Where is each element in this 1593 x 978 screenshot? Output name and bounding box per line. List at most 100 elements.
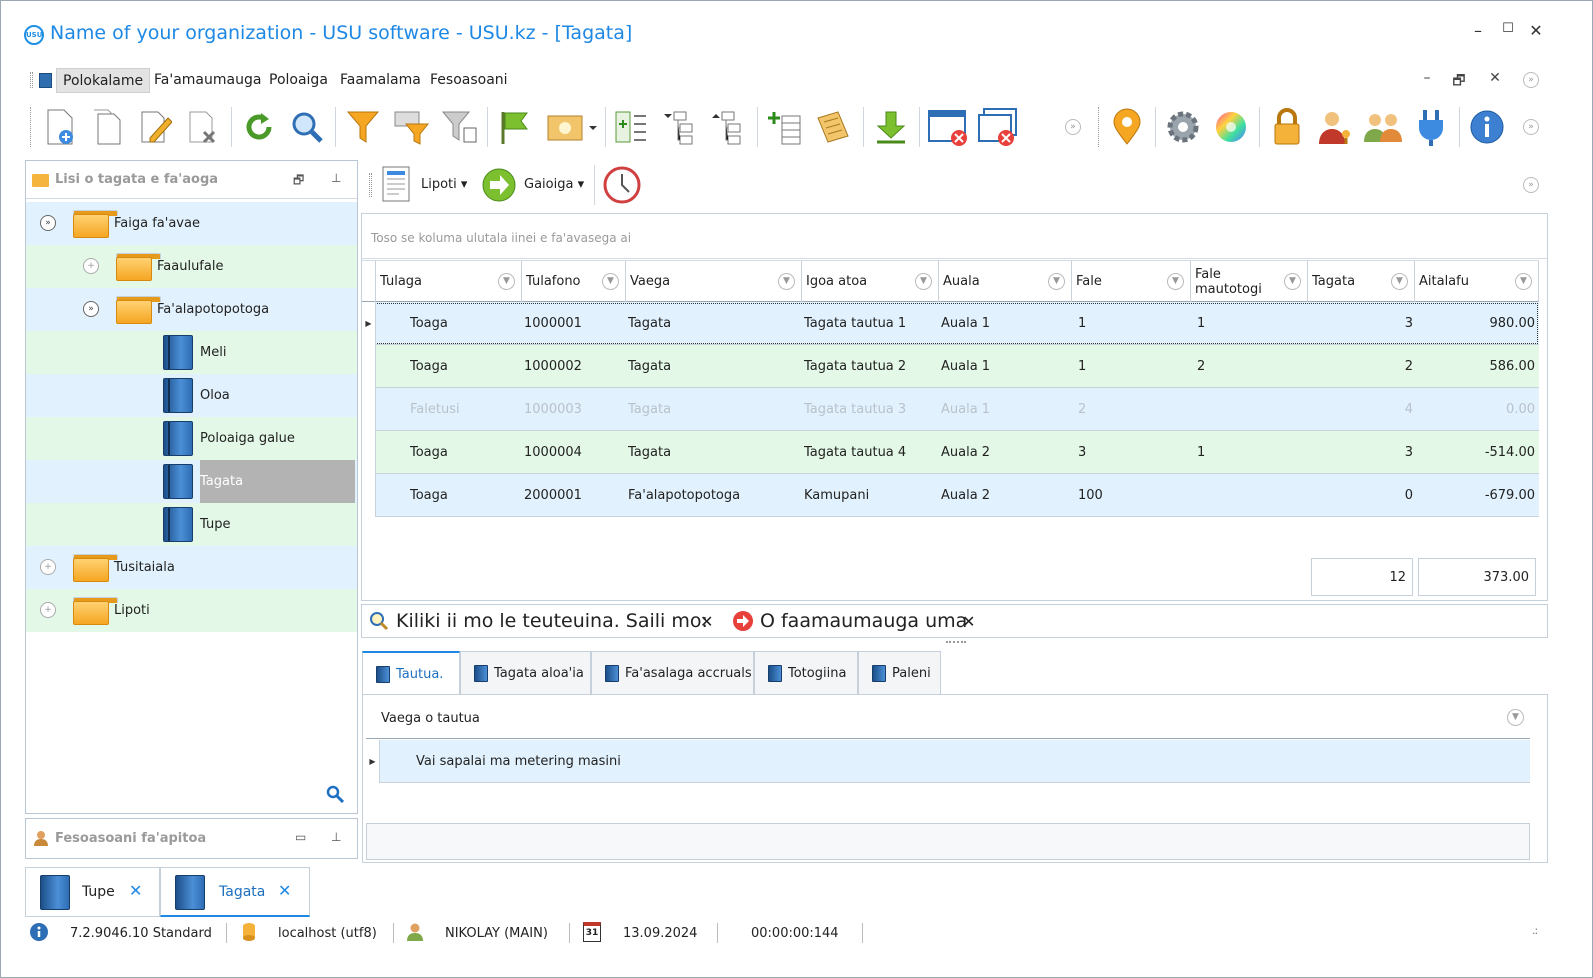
cell-name[interactable]: Tagata tautua 3 — [804, 388, 937, 431]
tree-node-tupe[interactable]: Tupe — [26, 503, 357, 546]
filter-settings-icon[interactable] — [391, 107, 431, 147]
tree-down-icon[interactable] — [659, 107, 699, 147]
toolbar-overflow2-icon[interactable]: » — [1523, 119, 1539, 135]
cell-apt[interactable]: 2 — [1197, 345, 1305, 388]
cell-group[interactable]: Tagata — [628, 388, 800, 431]
cell-road[interactable]: Auala 2 — [941, 474, 1069, 517]
location-pin-icon[interactable] — [1107, 107, 1147, 147]
color-wheel-icon[interactable] — [1211, 107, 1251, 147]
cell-people[interactable]: 4 — [1310, 388, 1413, 431]
download-icon[interactable] — [871, 107, 911, 147]
tab-tagata-aloaia[interactable]: Tagata aloa'ia — [460, 651, 591, 694]
toolbar-overflow-icon[interactable]: » — [1065, 119, 1081, 135]
cell-group[interactable]: Tagata — [628, 302, 800, 345]
table-row[interactable]: Toaga 1000002 Tagata Tagata tautua 2 Auala 1… — [362, 345, 1539, 388]
col-header-tulaga[interactable]: Tulaga ▼ — [376, 261, 522, 302]
cell-status[interactable]: Toaga — [410, 302, 515, 345]
maximize-button[interactable]: ☐ — [1496, 21, 1520, 36]
tab-tautua[interactable]: Tautua. — [362, 651, 460, 695]
menu-faamalama[interactable]: Faamalama — [334, 68, 427, 93]
calendar-icon[interactable]: 31 — [583, 922, 601, 942]
close-button[interactable]: ✕ — [1524, 21, 1548, 40]
cell-debt[interactable]: -514.00 — [1417, 431, 1535, 474]
filter-icon[interactable] — [343, 107, 383, 147]
doc-tab-tagata[interactable]: Tagata ✕ — [160, 867, 310, 917]
col-header-aitalafu[interactable]: Aitalafu ▼ — [1415, 261, 1539, 302]
col-header-auala[interactable]: Auala ▼ — [939, 261, 1072, 302]
cell-road[interactable]: Auala 1 — [941, 302, 1069, 345]
cell-people[interactable]: 0 — [1310, 474, 1413, 517]
col-header-fale-mautotogi[interactable]: Fale mautotogi ▼ — [1191, 261, 1308, 302]
cell-house[interactable]: 1 — [1078, 302, 1188, 345]
tree-node-faiga-faavae[interactable]: » Faiga fa'avae — [26, 202, 357, 245]
info-icon[interactable] — [1467, 107, 1507, 147]
mdi-close-button[interactable]: ✕ — [1485, 70, 1505, 86]
tree-node-poloaiga-galue[interactable]: Poloaiga galue — [26, 417, 357, 460]
plugin-icon[interactable] — [1411, 107, 1451, 147]
column-filter-icon[interactable]: ▼ — [1391, 273, 1408, 290]
col-header-vaega-o-tautua[interactable]: Vaega o tautua ▼ — [366, 698, 1530, 739]
menu-grip[interactable] — [30, 72, 33, 88]
column-filter-icon[interactable]: ▼ — [1507, 709, 1524, 726]
cell-apt[interactable]: 1 — [1197, 302, 1305, 345]
cell-group[interactable]: Tagata — [628, 345, 800, 388]
col-header-tulafono[interactable]: Tulafono ▼ — [522, 261, 626, 302]
expand-group-icon[interactable] — [611, 107, 651, 147]
flag-icon[interactable] — [495, 107, 535, 147]
search-filter-text[interactable]: Kiliki ii mo le teuteuina. Saili mo: — [396, 610, 708, 632]
menu-poloaiga[interactable]: Poloaiga — [263, 68, 334, 93]
pin-icon[interactable]: ⊥ — [331, 171, 341, 185]
tab-totogiina[interactable]: Totogiina — [754, 651, 858, 694]
pin-icon[interactable]: ⊥ — [331, 830, 341, 844]
close-tab-icon[interactable]: ✕ — [129, 881, 142, 900]
add-column-icon[interactable] — [765, 107, 805, 147]
group-by-hint[interactable]: Toso se koluma ulutala iinei e fa'avaseg… — [362, 214, 1547, 259]
column-filter-icon[interactable]: ▼ — [498, 273, 515, 290]
col-header-vaega[interactable]: Vaega ▼ — [626, 261, 802, 302]
notes-icon[interactable] — [813, 107, 853, 147]
column-filter-icon[interactable]: ▼ — [602, 273, 619, 290]
cell-status[interactable]: Faletusi — [410, 388, 515, 431]
tree-up-icon[interactable] — [707, 107, 747, 147]
records-filter-text[interactable]: O faamaumauga uma — [760, 610, 967, 632]
menu-overflow-icon[interactable]: » — [1523, 72, 1539, 88]
cell-name[interactable]: Kamupani — [804, 474, 937, 517]
tree-node-tagata[interactable]: Tagata — [26, 460, 357, 503]
column-filter-icon[interactable]: ▼ — [1284, 273, 1301, 290]
cell-road[interactable]: Auala 2 — [941, 431, 1069, 474]
float-panel-icon[interactable]: ▭ — [295, 830, 306, 844]
column-filter-icon[interactable]: ▼ — [1515, 273, 1532, 290]
expand-icon[interactable]: + — [40, 559, 56, 575]
report-dropdown[interactable]: Lipoti ▾ — [421, 177, 467, 192]
minimize-button[interactable]: – — [1466, 21, 1490, 40]
cell-name[interactable]: Tagata tautua 1 — [804, 302, 937, 345]
table-row[interactable]: Toaga 1000004 Tagata Tagata tautua 4 Auala 2… — [362, 431, 1539, 474]
search-icon[interactable] — [369, 611, 389, 635]
gear-icon[interactable] — [1163, 107, 1203, 147]
cell-people[interactable]: 2 — [1310, 345, 1413, 388]
cell-status[interactable]: Toaga — [410, 345, 515, 388]
cell-road[interactable]: Auala 1 — [941, 388, 1069, 431]
cell-debt[interactable]: -679.00 — [1417, 474, 1535, 517]
cell-road[interactable]: Auala 1 — [941, 345, 1069, 388]
col-header-tagata[interactable]: Tagata ▼ — [1308, 261, 1415, 302]
float-panel-icon[interactable]: 🗗 — [293, 171, 304, 192]
tree-node-oloa[interactable]: Oloa — [26, 374, 357, 417]
collapse-icon[interactable]: » — [40, 215, 56, 231]
clear-search-icon[interactable]: ✕ — [700, 612, 713, 631]
tree-node-lipoti[interactable]: + Lipoti — [26, 589, 357, 632]
cell-code[interactable]: 2000001 — [524, 474, 624, 517]
cell-debt[interactable]: 586.00 — [1417, 345, 1536, 388]
cell-apt[interactable] — [1197, 474, 1305, 517]
lock-icon[interactable] — [1267, 107, 1307, 147]
delete-record-icon[interactable] — [183, 107, 223, 147]
cell-debt[interactable]: 0.00 — [1417, 388, 1535, 431]
menu-faamaumauga[interactable]: Fa'amaumauga — [148, 68, 267, 93]
table-row[interactable]: ▶ Vai sapalai ma metering masini — [366, 740, 1530, 783]
close-tab-icon[interactable]: ✕ — [278, 881, 291, 900]
close-all-windows-icon[interactable] — [975, 107, 1021, 147]
column-filter-icon[interactable]: ▼ — [778, 273, 795, 290]
tab-paleni[interactable]: Paleni — [858, 651, 941, 694]
action-dropdown[interactable]: Gaioiga ▾ — [524, 177, 584, 192]
cell-people[interactable]: 3 — [1310, 431, 1413, 474]
